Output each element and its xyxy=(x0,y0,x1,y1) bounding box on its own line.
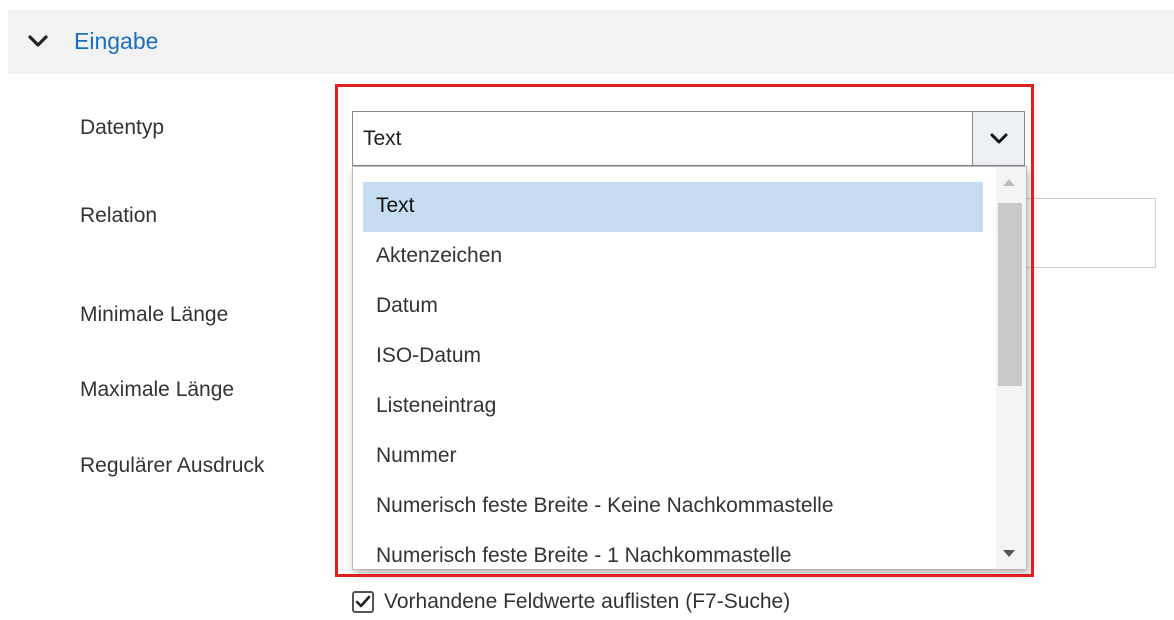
option-listeneintrag[interactable]: Listeneintrag xyxy=(363,382,983,432)
datentyp-option-list: Text Aktenzeichen Datum ISO-Datum Listen… xyxy=(363,182,983,569)
page-root: Eingabe Datentyp Relation Minimale Länge… xyxy=(0,0,1174,620)
label-datentyp: Datentyp xyxy=(80,116,165,139)
checkmark-icon xyxy=(355,595,371,608)
option-nummer[interactable]: Nummer xyxy=(363,432,983,482)
option-text[interactable]: Text xyxy=(363,182,983,232)
label-minimale-laenge: Minimale Länge xyxy=(80,303,229,326)
option-datum[interactable]: Datum xyxy=(363,282,983,332)
label-relation: Relation xyxy=(80,204,158,227)
scroll-down-arrow-icon[interactable] xyxy=(1003,550,1015,557)
relation-input[interactable] xyxy=(1026,198,1156,268)
label-regulaerer-ausdruck: Regulärer Ausdruck xyxy=(80,454,265,477)
option-numerisch-keine-nachkommastelle[interactable]: Numerisch feste Breite - Keine Nachkomma… xyxy=(363,482,983,532)
f7-search-checkbox[interactable] xyxy=(352,591,374,613)
datentyp-select[interactable]: Text xyxy=(352,111,1025,166)
dropdown-scrollbar[interactable] xyxy=(996,167,1026,569)
datentyp-select-value[interactable]: Text xyxy=(353,127,972,151)
scrollbar-thumb[interactable] xyxy=(998,203,1022,386)
datentyp-select-toggle[interactable] xyxy=(972,112,1024,165)
chevron-down-icon xyxy=(990,133,1007,143)
scroll-up-arrow-icon[interactable] xyxy=(1003,179,1015,186)
option-numerisch-1-nachkommastelle[interactable]: Numerisch feste Breite - 1 Nachkommastel… xyxy=(363,532,983,569)
chevron-down-icon[interactable] xyxy=(27,30,49,52)
option-iso-datum[interactable]: ISO-Datum xyxy=(363,332,983,382)
datentyp-dropdown: Text Aktenzeichen Datum ISO-Datum Listen… xyxy=(352,166,1027,570)
label-maximale-laenge: Maximale Länge xyxy=(80,378,235,401)
f7-search-checkbox-label[interactable]: Vorhandene Feldwerte auflisten (F7-Suche… xyxy=(384,590,790,614)
section-header-eingabe[interactable]: Eingabe xyxy=(8,10,1174,74)
f7-search-checkbox-row[interactable]: Vorhandene Feldwerte auflisten (F7-Suche… xyxy=(352,590,790,614)
option-aktenzeichen[interactable]: Aktenzeichen xyxy=(363,232,983,282)
section-title[interactable]: Eingabe xyxy=(74,28,158,55)
